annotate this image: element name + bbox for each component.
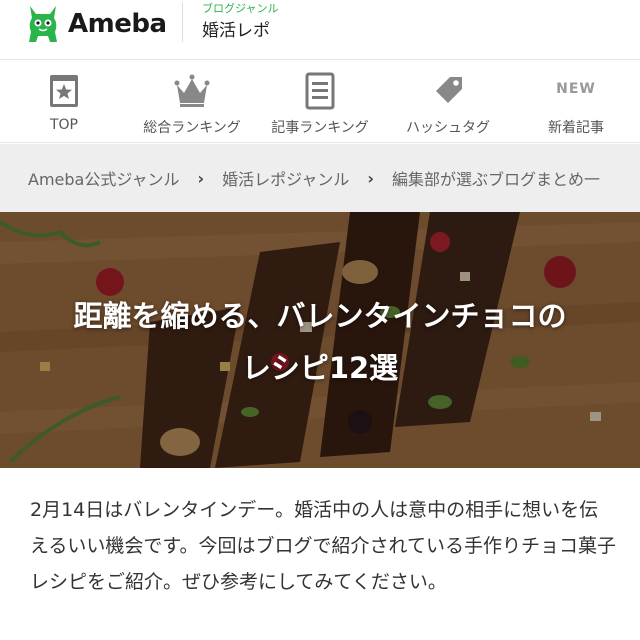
- nav-label-top: TOP: [49, 117, 78, 133]
- hero-title: 距離を縮める、バレンタインチョコの レシピ12選: [0, 290, 640, 394]
- hero-title-line-1: 距離を縮める、バレンタインチョコの: [73, 299, 567, 333]
- hero-title-line-2: レシピ12選: [241, 351, 399, 385]
- header-divider: [182, 2, 183, 42]
- document-list-icon: [305, 72, 335, 110]
- breadcrumb: Ameba公式ジャンル › 婚活レポジャンル › 編集部が選ぶブログまとめ一: [0, 144, 640, 212]
- nav-item-hashtag[interactable]: ハッシュタグ: [384, 61, 512, 142]
- genre-sub-label: ブログジャンル: [202, 2, 279, 15]
- ameba-logo[interactable]: Ameba: [24, 0, 167, 48]
- breadcrumb-item-konkatsu-genre[interactable]: 婚活レポジャンル: [222, 166, 349, 190]
- star-page-icon: [50, 75, 78, 107]
- hero-image: 距離を縮める、バレンタインチョコの レシピ12選: [0, 212, 640, 468]
- nav-item-top[interactable]: TOP: [0, 61, 128, 142]
- chevron-right-icon: ›: [367, 168, 374, 188]
- tag-icon: [436, 77, 462, 103]
- nav-item-new-articles[interactable]: NEW 新着記事: [512, 61, 640, 142]
- new-text-icon: NEW: [556, 81, 596, 97]
- logo-text: Ameba: [68, 9, 167, 39]
- main-nav: TOP 総合ランキング 記事ランキング ハッシュタグ NEW 新着記事: [0, 61, 640, 143]
- nav-label-overall-ranking: 総合ランキング: [143, 120, 241, 136]
- breadcrumb-item-editors-picks[interactable]: 編集部が選ぶブログまとめ一: [392, 166, 600, 190]
- breadcrumb-item-official-genre[interactable]: Ameba公式ジャンル: [28, 166, 180, 190]
- chevron-right-icon: ›: [197, 168, 205, 188]
- nav-item-overall-ranking[interactable]: 総合ランキング: [128, 61, 256, 142]
- nav-label-new-articles: 新着記事: [548, 120, 604, 136]
- nav-item-article-ranking[interactable]: 記事ランキング: [256, 61, 384, 142]
- nav-label-hashtag: ハッシュタグ: [406, 120, 490, 136]
- nav-label-article-ranking: 記事ランキング: [271, 120, 369, 136]
- article-intro: 2月14日はバレンタインデー。婚活中の人は意中の相手に想いを伝えるいい機会です。…: [30, 499, 616, 593]
- crown-icon: [174, 74, 210, 107]
- ameba-mascot-icon: [29, 6, 57, 42]
- site-header: Ameba ブログジャンル 婚活レポ: [0, 0, 640, 60]
- genre-title[interactable]: 婚活レポ: [202, 16, 270, 41]
